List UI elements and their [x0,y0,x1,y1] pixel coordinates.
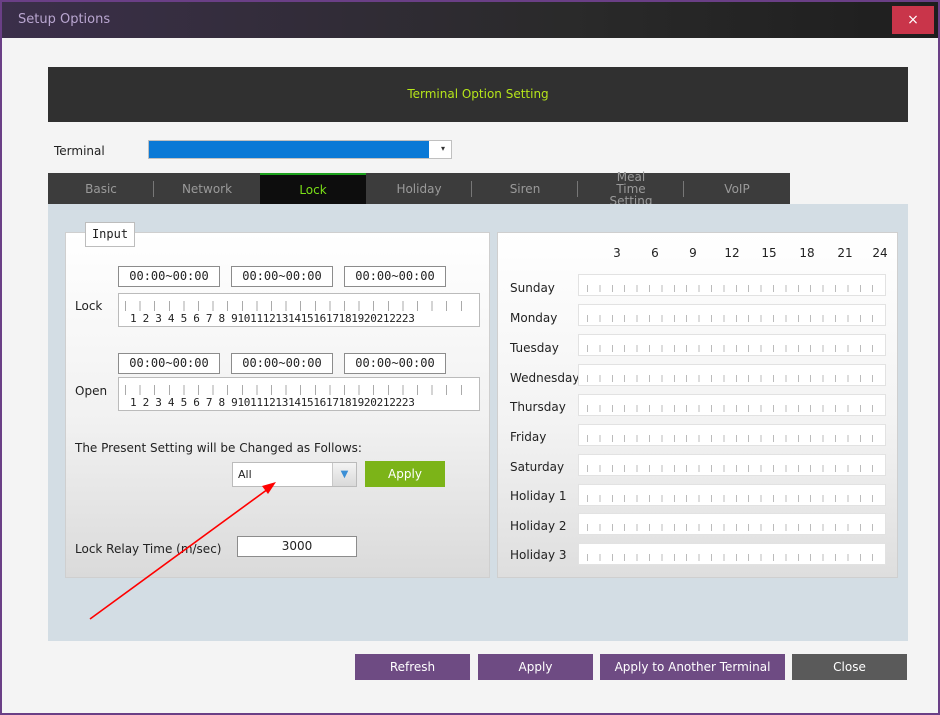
open-range-2[interactable]: 00:00~00:00 [231,353,333,374]
day-label-friday: Friday [510,430,547,444]
day-label-tuesday: Tuesday [510,341,559,355]
terminal-select[interactable]: ▾ [148,140,452,159]
apply-to-another-terminal-button[interactable]: Apply to Another Terminal [600,654,785,680]
tab-network[interactable]: Network [154,173,260,204]
window-title: Setup Options [18,12,111,27]
day-label-sunday: Sunday [510,281,555,295]
day-bar-friday[interactable] [578,424,886,446]
hour-label-9: 9 [689,246,697,260]
lock-range-1[interactable]: 00:00~00:00 [118,266,220,287]
open-time-ruler[interactable]: 1 2 3 4 5 6 7 8 910111213141516171819202… [118,377,480,411]
open-label: Open [75,384,108,398]
apply-button[interactable]: Apply [478,654,593,680]
day-label-holiday-2: Holiday 2 [510,519,567,533]
lock-relay-time-input[interactable]: 3000 [237,536,357,557]
day-bar-sunday[interactable] [578,274,886,296]
day-bar-holiday-2[interactable] [578,513,886,535]
scope-selected-value: All [238,468,252,481]
day-label-holiday-3: Holiday 3 [510,548,567,562]
day-bar-wednesday[interactable] [578,364,886,386]
refresh-button[interactable]: Refresh [355,654,470,680]
hour-label-21: 21 [837,246,853,260]
lock-range-3[interactable]: 00:00~00:00 [344,266,446,287]
hour-label-15: 15 [761,246,777,260]
tab-meal-time-setting[interactable]: Meal Time Setting [578,171,684,207]
tab-voip[interactable]: VoIP [684,173,790,204]
day-label-holiday-1: Holiday 1 [510,489,567,503]
chevron-down-icon[interactable]: ▾ [441,144,445,153]
change-scope-label: The Present Setting will be Changed as F… [75,441,362,455]
terminal-label: Terminal [54,144,105,158]
open-range-1[interactable]: 00:00~00:00 [118,353,220,374]
open-range-3[interactable]: 00:00~00:00 [344,353,446,374]
title-bar[interactable]: Setup Options × [2,2,938,38]
scope-apply-button[interactable]: Apply [365,461,445,487]
tab-basic[interactable]: Basic [48,173,154,204]
day-bar-holiday-3[interactable] [578,543,886,565]
ruler-hour-numbers: 1 2 3 4 5 6 7 8 910111213141516171819202… [130,312,415,325]
page-title: Terminal Option Setting [407,87,549,101]
day-bar-holiday-1[interactable] [578,484,886,506]
lock-label: Lock [75,299,103,313]
lock-range-2[interactable]: 00:00~00:00 [231,266,333,287]
hour-label-24: 24 [872,246,888,260]
day-label-wednesday: Wednesday [510,371,580,385]
tab-holiday[interactable]: Holiday [366,173,472,204]
chevron-down-icon[interactable]: ▼ [332,463,356,486]
day-label-monday: Monday [510,311,558,325]
header-banner: Terminal Option Setting [48,67,908,122]
hour-label-18: 18 [799,246,815,260]
day-bar-saturday[interactable] [578,454,886,476]
day-bar-tuesday[interactable] [578,334,886,356]
day-bar-monday[interactable] [578,304,886,326]
hour-label-12: 12 [724,246,740,260]
close-icon[interactable]: × [892,6,934,34]
input-panel-tab[interactable]: Input [85,222,135,247]
ruler-ticks [125,301,475,311]
day-bar-thursday[interactable] [578,394,886,416]
close-button[interactable]: Close [792,654,907,680]
day-label-saturday: Saturday [510,460,565,474]
hour-label-6: 6 [651,246,659,260]
terminal-selected-value [149,141,429,158]
ruler-hour-numbers: 1 2 3 4 5 6 7 8 910111213141516171819202… [130,396,415,409]
tab-siren[interactable]: Siren [472,173,578,204]
tab-lock[interactable]: Lock [260,173,366,204]
scope-select[interactable]: All ▼ [232,462,357,487]
day-label-thursday: Thursday [510,400,566,414]
lock-relay-time-label: Lock Relay Time (m/sec) [75,542,222,556]
hour-label-3: 3 [613,246,621,260]
ruler-ticks [125,385,475,395]
tab-bar: Basic Network Lock Holiday Siren Meal Ti… [48,171,790,207]
lock-time-ruler[interactable]: 1 2 3 4 5 6 7 8 910111213141516171819202… [118,293,480,327]
